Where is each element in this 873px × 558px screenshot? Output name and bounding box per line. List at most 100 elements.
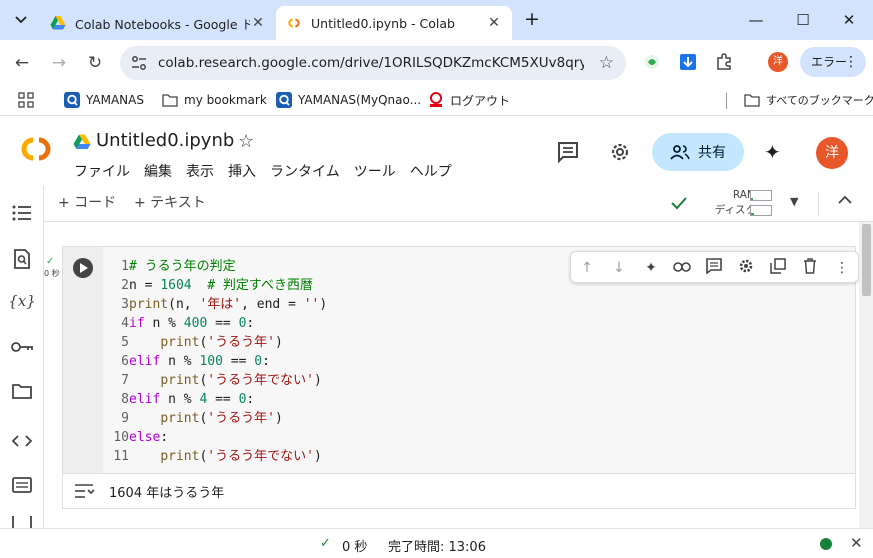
command-palette-icon[interactable]	[11, 474, 33, 496]
new-tab-button[interactable]: +	[520, 8, 544, 32]
bookmark-label: ログアウト	[450, 93, 511, 108]
bookmark-yamanas[interactable]: YAMANAS	[64, 85, 144, 115]
more-vert-icon[interactable]: ⋮	[844, 47, 858, 77]
gear-icon[interactable]	[736, 258, 756, 278]
maximize-icon[interactable]: ☐	[783, 6, 823, 34]
window-close-icon[interactable]: ✕	[829, 6, 869, 34]
forward-arrow-icon[interactable]: →	[45, 49, 73, 77]
mufg-icon	[430, 92, 442, 107]
user-avatar[interactable]: 洋	[816, 137, 848, 169]
code-line[interactable]: 5 print('うるう年')	[109, 333, 327, 352]
table-of-contents-icon[interactable]	[11, 202, 33, 224]
tab-close-icon[interactable]: ✕	[250, 15, 266, 31]
tab-search-chevron-icon[interactable]	[8, 7, 34, 33]
browser-tab-strip: Colab Notebooks - Google ドライ ✕ Untitled0…	[0, 0, 873, 40]
more-vert-icon[interactable]: ⋮	[832, 258, 852, 278]
menu-view[interactable]: 表示	[186, 161, 214, 181]
line-number: 11	[113, 449, 129, 464]
menu-edit[interactable]: 編集	[144, 161, 172, 181]
share-button[interactable]: 共有	[652, 133, 744, 171]
runtime-status-dot[interactable]	[820, 538, 832, 550]
browser-tab-colab[interactable]: Untitled0.ipynb - Colab ✕	[276, 6, 512, 40]
colab-logo-icon[interactable]	[14, 134, 58, 164]
tab-close-icon[interactable]: ✕	[486, 15, 502, 31]
key-icon[interactable]	[11, 336, 33, 358]
gemini-sparkle-icon[interactable]: ✦	[641, 258, 661, 278]
code-line[interactable]: 7 print('うるう年でない')	[109, 371, 327, 390]
move-down-arrow-icon[interactable]: ↓	[609, 258, 629, 278]
resource-meters[interactable]	[750, 190, 772, 220]
google-drive-icon	[73, 134, 91, 149]
code-line[interactable]: 6elif n % 100 == 0:	[109, 352, 327, 371]
code-line[interactable]: 9 print('うるう年')	[109, 409, 327, 428]
status-bar: ✓ 0 秒 完了時間: 13:06 ✕	[0, 528, 873, 558]
extension-green-icon[interactable]	[642, 52, 662, 72]
bookmark-logout[interactable]: ログアウト	[428, 85, 510, 115]
star-icon[interactable]: ☆	[238, 131, 254, 152]
apps-grid-icon[interactable]	[18, 85, 34, 115]
variables-icon[interactable]: {x}	[8, 290, 36, 312]
link-icon[interactable]	[672, 258, 692, 278]
bookmark-star-icon[interactable]: ☆	[599, 52, 614, 74]
menu-file[interactable]: ファイル	[74, 161, 130, 181]
output-toggle-icon[interactable]	[73, 482, 95, 500]
all-bookmarks-button[interactable]: すべてのブックマーク	[744, 85, 873, 115]
status-close-icon[interactable]: ✕	[850, 534, 863, 552]
notebook-title[interactable]: Untitled0.ipynb	[96, 130, 234, 151]
browser-profile-avatar[interactable]: 洋	[768, 52, 788, 72]
execution-time: 0 秒	[44, 269, 60, 278]
terminal-icon[interactable]	[11, 516, 33, 528]
code-editor[interactable]: 1# うるう年の判定 2n = 1604 # 判定すべき西暦 3print(n, '…	[109, 257, 327, 466]
run-cell-button[interactable]	[73, 258, 93, 278]
add-code-button[interactable]: + コード	[58, 186, 116, 220]
find-replace-icon[interactable]	[11, 248, 33, 270]
code-line[interactable]: 1# うるう年の判定	[109, 257, 327, 276]
bookmark-yamanas-myqnao[interactable]: YAMANAS(MyQnao...	[276, 85, 421, 115]
code-line[interactable]: 2n = 1604 # 判定すべき西暦	[109, 276, 327, 295]
extensions-puzzle-icon[interactable]	[714, 52, 734, 72]
url-text: colab.research.google.com/drive/1ORILSQD…	[158, 55, 584, 71]
collapse-chevron-up-icon[interactable]	[838, 193, 852, 208]
address-bar[interactable]: colab.research.google.com/drive/1ORILSQD…	[120, 46, 626, 80]
add-text-button[interactable]: + テキスト	[134, 186, 206, 220]
people-icon	[670, 145, 690, 160]
bookmark-label: YAMANAS	[86, 93, 144, 107]
scrollbar-thumb[interactable]	[862, 224, 871, 296]
folder-icon[interactable]	[11, 380, 33, 402]
reload-icon[interactable]: ↻	[81, 49, 109, 77]
gemini-sparkle-icon[interactable]: ✦	[764, 140, 781, 164]
move-up-arrow-icon[interactable]: ↑	[577, 258, 597, 278]
line-number: 4	[121, 316, 129, 331]
browser-tab-drive[interactable]: Colab Notebooks - Google ドライ ✕	[40, 6, 276, 40]
code-token: 'うるう年でない'	[207, 449, 314, 464]
code-token: n %	[144, 316, 184, 331]
code-cell[interactable]: 1# うるう年の判定 2n = 1604 # 判定すべき西暦 3print(n, '…	[62, 246, 859, 509]
delete-trash-icon[interactable]	[800, 258, 820, 278]
code-line[interactable]: 3print(n, '年は', end = '')	[109, 295, 327, 314]
site-info-icon[interactable]	[130, 54, 148, 72]
comment-icon[interactable]	[556, 140, 580, 164]
bookmark-my-bookmark[interactable]: my bookmark	[162, 85, 267, 115]
code-line[interactable]: 11 print('うるう年でない')	[109, 447, 327, 466]
code-line[interactable]: 4if n % 400 == 0:	[109, 314, 327, 333]
back-arrow-icon[interactable]: ←	[8, 49, 36, 77]
browser-error-button[interactable]: エラー ⋮	[800, 47, 866, 77]
menu-tools[interactable]: ツール	[354, 161, 396, 181]
toolbar-separator	[818, 192, 819, 216]
resources-dropdown-icon[interactable]: ▼	[790, 195, 798, 208]
code-line[interactable]: 10else:	[109, 428, 327, 447]
minimize-icon[interactable]: —	[736, 6, 776, 34]
gear-icon[interactable]	[608, 140, 632, 164]
mirror-cell-icon[interactable]	[768, 258, 788, 278]
menu-runtime[interactable]: ランタイム	[270, 161, 340, 181]
menu-insert[interactable]: 挿入	[228, 161, 256, 181]
code-snippets-icon[interactable]	[11, 430, 33, 452]
q-icon	[64, 92, 80, 108]
code-token: 'うるう年'	[207, 411, 275, 426]
comment-icon[interactable]	[704, 258, 724, 278]
resource-labels[interactable]: RAM ディスク	[696, 188, 756, 218]
menu-help[interactable]: ヘルプ	[410, 161, 452, 181]
code-line[interactable]: 8elif n % 4 == 0:	[109, 390, 327, 409]
download-icon[interactable]	[678, 52, 698, 72]
folder-icon	[162, 94, 178, 107]
